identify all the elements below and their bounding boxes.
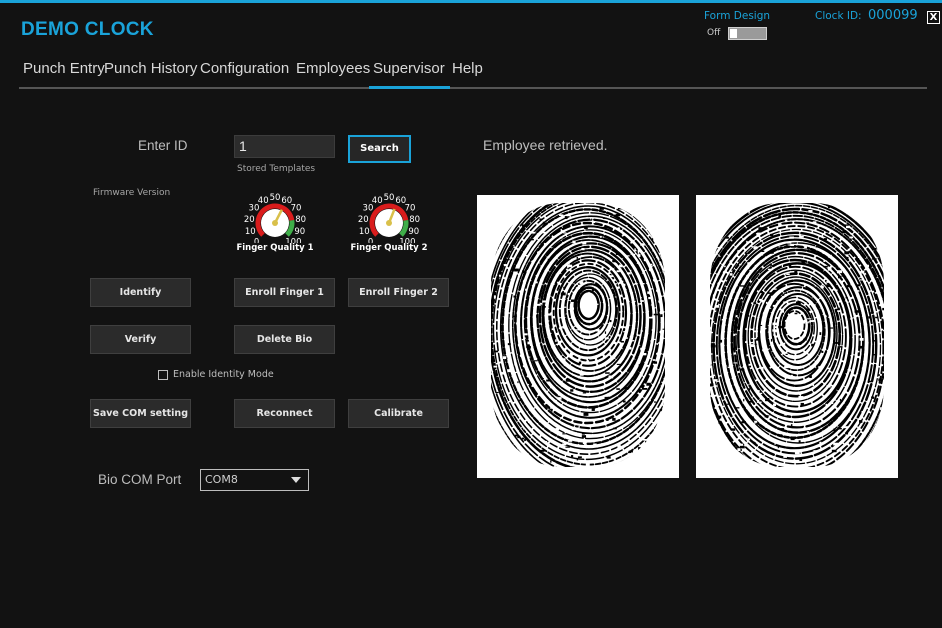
gauge-1-title: Finger Quality 1: [236, 243, 314, 253]
finger-quality-2-gauge: 0 10 20 30 40 50 60 70 80 90 100 Finger Quality 2: [339, 187, 439, 257]
finger-quality-1-gauge: 0 10 20 30 40 50 60 70 80 90 100 Finger Quality 1: [225, 187, 325, 257]
gauge-hub: [272, 220, 278, 226]
gauge-tick-label: 70: [291, 204, 302, 214]
gauge-tick-label: 20: [358, 215, 369, 225]
calibrate-button[interactable]: Calibrate: [348, 399, 449, 428]
firmware-version-label: Firmware Version: [93, 188, 171, 198]
fingerprint-image-1: [477, 195, 679, 478]
gauge-tick-label: 70: [405, 204, 416, 214]
fingerprint-image-2: [696, 195, 898, 478]
identify-button[interactable]: Identify: [90, 278, 191, 307]
tab-employees[interactable]: Employees: [296, 60, 370, 77]
gauge-tick-label: 10: [245, 227, 256, 237]
gauge-tick-label: 20: [244, 215, 255, 225]
gauge-tick-label: 10: [359, 227, 370, 237]
tab-punch-entry[interactable]: Punch Entry: [23, 60, 105, 77]
gauge-tick-label: 80: [295, 215, 306, 225]
reconnect-button[interactable]: Reconnect: [234, 399, 335, 428]
gauge-1-dial: 010203040 50 60708090100: [244, 193, 306, 247]
tab-supervisor[interactable]: Supervisor: [373, 60, 445, 77]
chevron-down-icon: [291, 477, 301, 483]
identity-mode-label: Enable Identity Mode: [173, 369, 274, 380]
enroll-finger-1-button[interactable]: Enroll Finger 1: [234, 278, 335, 307]
tab-help[interactable]: Help: [452, 60, 483, 77]
nav-active-indicator: [369, 86, 450, 89]
form-design-toggle[interactable]: [728, 27, 767, 40]
fingerprint-1-icon: [491, 203, 665, 467]
toggle-knob: [730, 29, 737, 38]
com-port-value: COM8: [205, 473, 238, 486]
top-accent-bar: [0, 0, 942, 3]
nav-divider: [19, 87, 927, 89]
gauge-tick-label: 90: [294, 227, 305, 237]
verify-button[interactable]: Verify: [90, 325, 191, 354]
clock-id-label: Clock ID:: [815, 10, 862, 22]
form-design-label: Form Design: [704, 10, 771, 22]
enroll-finger-2-button[interactable]: Enroll Finger 2: [348, 278, 449, 307]
form-design-state: Off: [707, 28, 721, 38]
gauge-hub: [386, 220, 392, 226]
search-button[interactable]: Search: [348, 135, 411, 163]
clock-id-value: 000099: [868, 8, 918, 23]
tab-configuration[interactable]: Configuration: [200, 60, 289, 77]
gauge-2-title: Finger Quality 2: [350, 243, 428, 253]
identity-mode-checkbox[interactable]: [158, 370, 168, 380]
gauge-tick-label: 40: [372, 196, 383, 206]
stored-templates-label: Stored Templates: [237, 164, 316, 174]
save-com-setting-button[interactable]: Save COM setting: [90, 399, 191, 428]
close-icon[interactable]: X: [927, 11, 940, 24]
app-title: DEMO CLOCK: [21, 19, 154, 40]
bio-com-port-label: Bio COM Port: [98, 472, 182, 487]
fingerprint-2-icon: [710, 203, 884, 467]
gauge-tick-label: 90: [408, 227, 419, 237]
gauge-tick-label: 40: [258, 196, 269, 206]
com-port-select[interactable]: COM8: [200, 469, 309, 491]
gauge-tick-label: 50: [270, 193, 281, 203]
delete-bio-button[interactable]: Delete Bio: [234, 325, 335, 354]
tab-punch-history[interactable]: Punch History: [104, 60, 197, 77]
gauge-tick-label: 50: [384, 193, 395, 203]
enter-id-label: Enter ID: [138, 138, 188, 153]
gauge-2-dial: 010203040 50 60708090100: [358, 193, 420, 247]
status-message: Employee retrieved.: [483, 137, 608, 153]
employee-id-input[interactable]: 1: [234, 135, 335, 158]
gauge-tick-label: 80: [409, 215, 420, 225]
